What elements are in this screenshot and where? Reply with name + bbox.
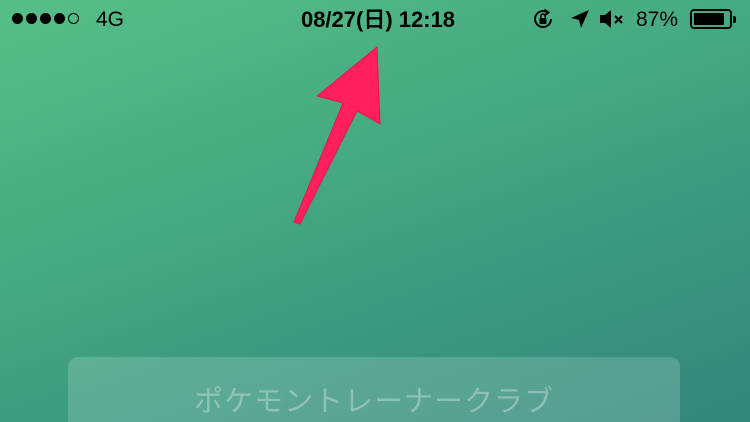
club-button-label: ポケモントレーナークラブ — [193, 384, 554, 418]
pokemon-trainer-club-button[interactable]: ポケモントレーナークラブ — [68, 357, 680, 422]
